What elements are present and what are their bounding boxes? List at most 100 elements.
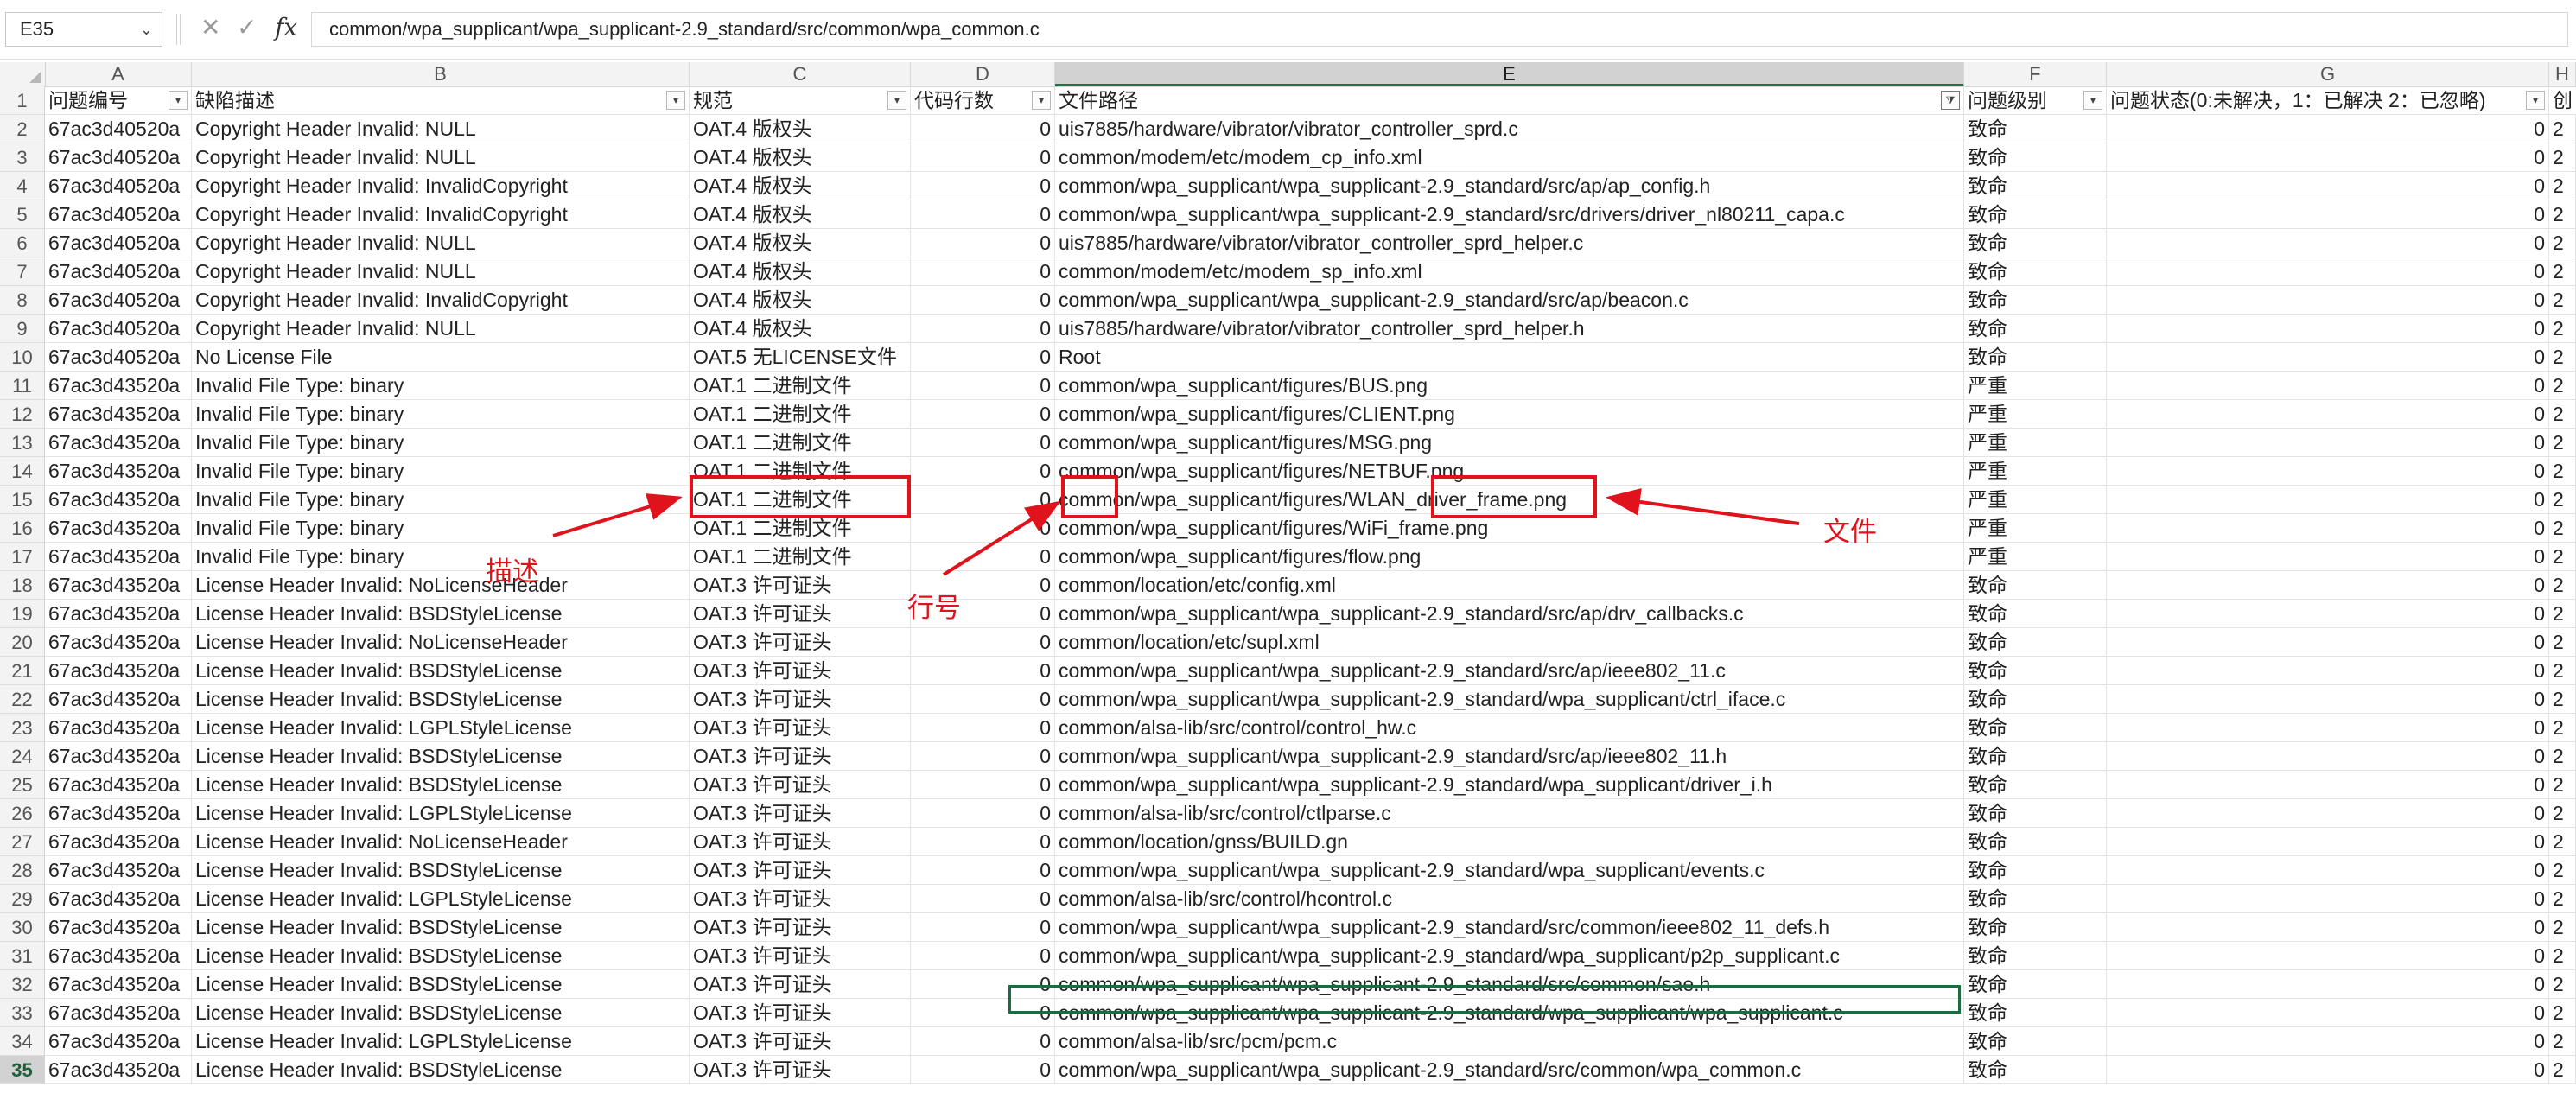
cell-g[interactable]: 0 [2107,1027,2549,1056]
cell-f[interactable]: 致命 [1964,628,2107,657]
cell-d[interactable]: 0 [911,856,1055,885]
cell-f[interactable]: 致命 [1964,742,2107,771]
header-cell[interactable]: 代码行数 ▾ [911,86,1055,115]
cell-f[interactable]: 致命 [1964,571,2107,600]
row-header[interactable]: 25 [0,771,45,799]
cell-e[interactable]: uis7885/hardware/vibrator/vibrator_contr… [1055,115,1964,143]
cell-h[interactable]: 2 [2549,257,2576,286]
cell-b[interactable]: License Header Invalid: NoLicenseHeader [192,628,690,657]
cell-g[interactable]: 0 [2107,457,2549,486]
cell-c[interactable]: OAT.3 许可证头 [690,999,911,1027]
cell-d[interactable]: 0 [911,457,1055,486]
cell-h[interactable]: 2 [2549,172,2576,200]
cell-c[interactable]: OAT.1 二进制文件 [690,457,911,486]
header-cell[interactable]: 创 [2549,86,2576,115]
confirm-icon[interactable]: ✓ [237,10,257,45]
cell-b[interactable]: License Header Invalid: BSDStyleLicense [192,913,690,942]
cell-e[interactable]: Root [1055,343,1964,372]
cell-d[interactable]: 0 [911,543,1055,571]
cell-c[interactable]: OAT.3 许可证头 [690,799,911,828]
cell-f[interactable]: 致命 [1964,257,2107,286]
cell-a[interactable]: 67ac3d43520a [45,856,192,885]
cell-h[interactable]: 2 [2549,1027,2576,1056]
cell-h[interactable]: 2 [2549,885,2576,913]
cell-a[interactable]: 67ac3d43520a [45,685,192,714]
row-header[interactable]: 33 [0,999,45,1027]
cell-b[interactable]: Invalid File Type: binary [192,372,690,400]
insert-function-icon[interactable]: fx [275,10,297,45]
cell-g[interactable]: 0 [2107,628,2549,657]
row-header[interactable]: 18 [0,571,45,600]
cell-b[interactable]: License Header Invalid: BSDStyleLicense [192,685,690,714]
cell-c[interactable]: OAT.3 许可证头 [690,885,911,913]
cell-a[interactable]: 67ac3d43520a [45,543,192,571]
cell-h[interactable]: 2 [2549,571,2576,600]
cell-g[interactable]: 0 [2107,571,2549,600]
cell-f[interactable]: 致命 [1964,999,2107,1027]
cell-a[interactable]: 67ac3d43520a [45,742,192,771]
row-header[interactable]: 23 [0,714,45,742]
cell-f[interactable]: 致命 [1964,1056,2107,1084]
cell-e[interactable]: common/location/etc/supl.xml [1055,628,1964,657]
cell-a[interactable]: 67ac3d43520a [45,571,192,600]
cell-d[interactable]: 0 [911,429,1055,457]
cell-d[interactable]: 0 [911,571,1055,600]
cell-b[interactable]: Copyright Header Invalid: NULL [192,257,690,286]
cell-e[interactable]: common/modem/etc/modem_sp_info.xml [1055,257,1964,286]
cell-d[interactable]: 0 [911,372,1055,400]
cell-h[interactable]: 2 [2549,514,2576,543]
cell-h[interactable]: 2 [2549,856,2576,885]
cell-e[interactable]: common/wpa_supplicant/wpa_supplicant-2.9… [1055,657,1964,685]
column-header-h[interactable]: H [2549,62,2576,86]
cell-a[interactable]: 67ac3d43520a [45,970,192,999]
cell-f[interactable]: 致命 [1964,714,2107,742]
cell-g[interactable]: 0 [2107,828,2549,856]
cell-d[interactable]: 0 [911,600,1055,628]
cell-f[interactable]: 致命 [1964,913,2107,942]
cell-f[interactable]: 严重 [1964,543,2107,571]
cell-c[interactable]: OAT.1 二进制文件 [690,514,911,543]
cell-e[interactable]: common/wpa_supplicant/figures/WLAN_drive… [1055,486,1964,514]
cell-c[interactable]: OAT.1 二进制文件 [690,486,911,514]
cell-g[interactable]: 0 [2107,942,2549,970]
cell-c[interactable]: OAT.3 许可证头 [690,970,911,999]
cell-d[interactable]: 0 [911,771,1055,799]
cell-f[interactable]: 严重 [1964,429,2107,457]
cell-b[interactable]: License Header Invalid: LGPLStyleLicense [192,885,690,913]
cell-b[interactable]: Invalid File Type: binary [192,400,690,429]
cell-h[interactable]: 2 [2549,999,2576,1027]
cell-f[interactable]: 致命 [1964,600,2107,628]
cell-d[interactable]: 0 [911,799,1055,828]
cell-e[interactable]: common/wpa_supplicant/figures/MSG.png [1055,429,1964,457]
cell-c[interactable]: OAT.3 许可证头 [690,1027,911,1056]
cell-h[interactable]: 2 [2549,714,2576,742]
cell-d[interactable]: 0 [911,172,1055,200]
row-header[interactable]: 32 [0,970,45,999]
cell-a[interactable]: 67ac3d40520a [45,286,192,315]
cell-h[interactable]: 2 [2549,457,2576,486]
row-header[interactable]: 27 [0,828,45,856]
row-header[interactable]: 6 [0,229,45,257]
cell-g[interactable]: 0 [2107,856,2549,885]
cell-d[interactable]: 0 [911,343,1055,372]
row-header[interactable]: 20 [0,628,45,657]
cell-h[interactable]: 2 [2549,315,2576,343]
cell-c[interactable]: OAT.5 无LICENSE文件 [690,343,911,372]
cell-b[interactable]: No License File [192,343,690,372]
row-header[interactable]: 12 [0,400,45,429]
cell-c[interactable]: OAT.3 许可证头 [690,600,911,628]
cell-g[interactable]: 0 [2107,257,2549,286]
cell-d[interactable]: 0 [911,828,1055,856]
cell-e[interactable]: common/wpa_supplicant/wpa_supplicant-2.9… [1055,742,1964,771]
cell-e[interactable]: common/wpa_supplicant/wpa_supplicant-2.9… [1055,172,1964,200]
cell-g[interactable]: 0 [2107,486,2549,514]
cancel-icon[interactable]: ✕ [200,10,220,45]
cell-a[interactable]: 67ac3d43520a [45,514,192,543]
row-header[interactable]: 3 [0,143,45,172]
cell-b[interactable]: Copyright Header Invalid: InvalidCopyrig… [192,172,690,200]
cell-h[interactable]: 2 [2549,685,2576,714]
cell-a[interactable]: 67ac3d40520a [45,172,192,200]
cell-b[interactable]: License Header Invalid: BSDStyleLicense [192,771,690,799]
cell-b[interactable]: License Header Invalid: NoLicenseHeader [192,571,690,600]
cell-g[interactable]: 0 [2107,514,2549,543]
